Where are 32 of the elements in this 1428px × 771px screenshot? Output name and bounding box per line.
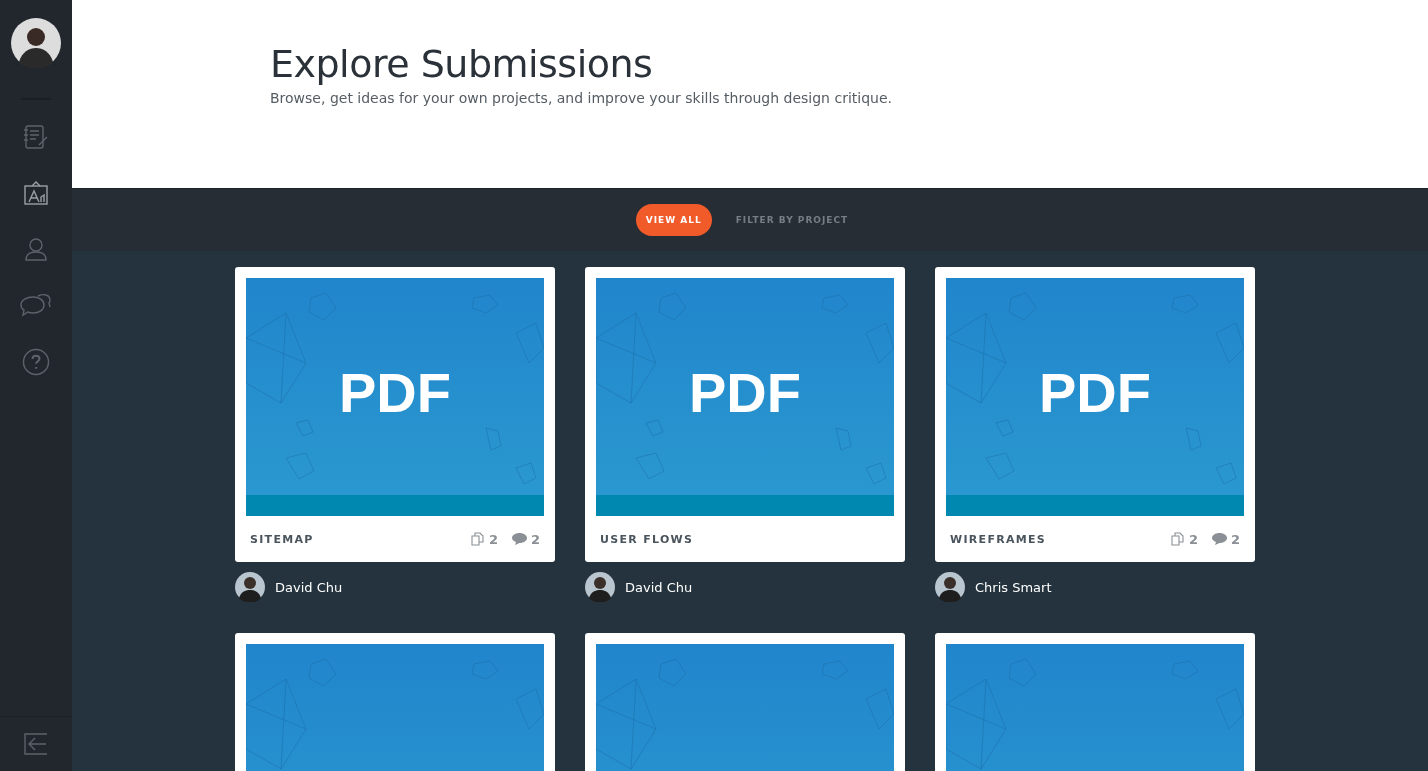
person-icon[interactable] xyxy=(23,236,49,262)
files-icon xyxy=(1170,532,1185,546)
author-name[interactable]: David Chu xyxy=(625,579,693,595)
file-type-label: PDF xyxy=(689,360,801,425)
comment-icon xyxy=(511,533,527,545)
author-name[interactable]: David Chu xyxy=(275,579,343,595)
notebook-icon[interactable] xyxy=(23,124,49,150)
page-title: Explore Submissions xyxy=(270,42,654,86)
files-icon xyxy=(470,532,485,546)
author-avatar xyxy=(585,572,615,602)
submission-card[interactable]: PDF SITEMAP 2 2 xyxy=(235,267,555,562)
author-name[interactable]: Chris Smart xyxy=(975,579,1052,595)
submission-card[interactable]: PDF USER FLOWS xyxy=(585,267,905,562)
page-subtitle: Browse, get ideas for your own projects, and improve your skills through design critique. xyxy=(270,90,893,106)
comment-count: 2 xyxy=(1211,531,1240,547)
project-name: USER FLOWS xyxy=(600,532,695,546)
project-name: SITEMAP xyxy=(250,532,315,546)
collapse-icon[interactable] xyxy=(24,733,48,755)
comment-count: 2 xyxy=(511,531,540,547)
file-type-label: PDF xyxy=(339,360,451,425)
file-type-label: PDF xyxy=(1039,360,1151,425)
comment-icon xyxy=(1211,533,1227,545)
file-count: 2 xyxy=(1170,531,1198,547)
help-icon[interactable] xyxy=(22,348,50,376)
submission-card[interactable]: PDF WIREFRAMES 2 2 xyxy=(935,267,1255,562)
user-avatar[interactable] xyxy=(11,18,61,68)
author-avatar xyxy=(235,572,265,602)
file-count: 2 xyxy=(470,531,498,547)
chat-icon[interactable] xyxy=(20,292,52,318)
easel-icon[interactable] xyxy=(23,180,49,206)
project-name: WIREFRAMES xyxy=(950,532,1048,546)
author-avatar xyxy=(935,572,965,602)
